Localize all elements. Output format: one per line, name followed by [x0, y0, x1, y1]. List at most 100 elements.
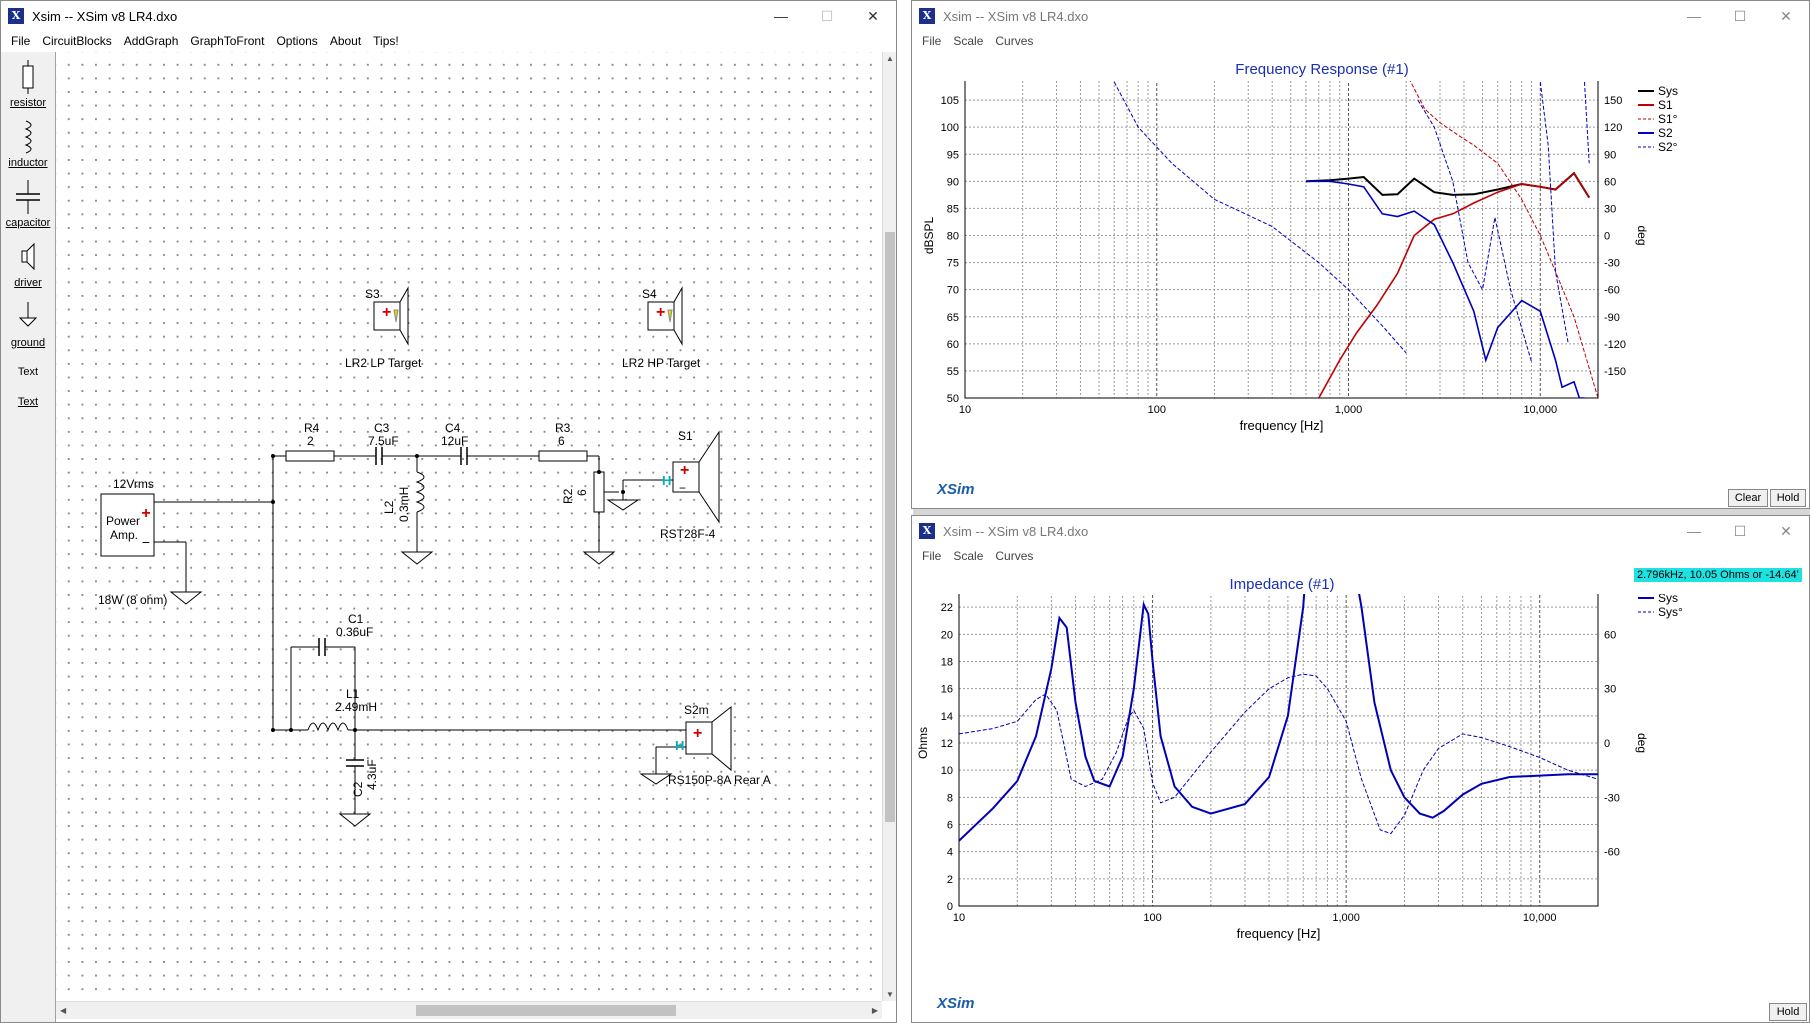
h-marker: H: [662, 473, 671, 488]
minimize-button[interactable]: —: [1671, 1, 1717, 31]
graph-title: Frequency Response (#1): [1235, 61, 1409, 78]
menu-circuitblocks[interactable]: CircuitBlocks: [36, 31, 117, 51]
tool-resistor[interactable]: resistor: [1, 60, 55, 109]
resistor-icon: [22, 60, 34, 94]
capacitor-icon: [16, 180, 40, 214]
hold-button[interactable]: Hold: [1770, 489, 1806, 507]
scroll-thumb[interactable]: [416, 1005, 676, 1016]
vertical-scrollbar[interactable]: ▲ ▼: [882, 52, 896, 1001]
legend-entry: S1°: [1658, 112, 1678, 126]
s4-name: S4: [642, 287, 657, 301]
minimize-button[interactable]: —: [1671, 516, 1717, 546]
scroll-thumb[interactable]: [885, 232, 895, 822]
menu-file[interactable]: File: [916, 546, 947, 566]
title-bar[interactable]: X Xsim -- XSim v8 LR4.dxo — ☐ ✕: [912, 1, 1809, 31]
menu-scale[interactable]: Scale: [947, 546, 989, 566]
l1-value: 2.49mH: [335, 700, 377, 714]
c1-name: C1: [348, 612, 364, 626]
y2-tick-label: 30: [1604, 684, 1616, 696]
amp-line1: Power: [106, 514, 140, 528]
title-bar[interactable]: X Xsim -- XSim v8 LR4.dxo — ☐ ✕: [1, 1, 896, 31]
menu-tips[interactable]: Tips!: [367, 31, 405, 51]
maximize-button[interactable]: ☐: [804, 1, 850, 31]
driver-s2[interactable]: + H S2m RS150P-8A Rear A: [668, 703, 771, 787]
scroll-up-icon[interactable]: ▲: [886, 54, 894, 63]
x-tick-label: 100: [1148, 404, 1166, 416]
l1-name: L1: [346, 687, 360, 701]
menu-addgraph[interactable]: AddGraph: [118, 31, 185, 51]
minus-sign: −: [654, 323, 661, 337]
window-title: Xsim -- XSim v8 LR4.dxo: [32, 8, 178, 24]
x-axis-label: frequency [Hz]: [1237, 926, 1321, 941]
menu-bar: File Scale Curves: [912, 546, 1809, 566]
schematic-canvas[interactable]: + − S3 LR2 LP Target + − S4 LR2 HP Targe…: [56, 52, 882, 1001]
tool-capacitor[interactable]: capacitor: [1, 180, 55, 229]
window-title: Xsim -- XSim v8 LR4.dxo: [943, 8, 1089, 24]
plus-sign: +: [680, 462, 689, 479]
menu-curves[interactable]: Curves: [989, 31, 1039, 51]
x-tick-label: 10: [959, 404, 971, 416]
menu-graphtofront[interactable]: GraphToFront: [184, 31, 270, 51]
tool-text-plain[interactable]: Text: [1, 366, 55, 378]
close-button[interactable]: ✕: [850, 1, 896, 31]
scroll-down-icon[interactable]: ▼: [886, 990, 894, 999]
amp-voltage: 12Vrms: [113, 477, 154, 491]
menu-file[interactable]: File: [5, 31, 36, 51]
c3-value: 7.5uF: [368, 434, 399, 448]
horizontal-scrollbar[interactable]: ◀ ▶: [56, 1001, 882, 1019]
y-tick-label: 20: [941, 629, 953, 641]
impedance-chart[interactable]: 024681012141618202224-60-300306090101001…: [912, 594, 1809, 1014]
title-bar[interactable]: X Xsim -- XSim v8 LR4.dxo — ☐ ✕: [912, 516, 1809, 546]
maximize-button[interactable]: ☐: [1717, 1, 1763, 31]
xsim-brand: XSim: [937, 995, 975, 1012]
r4-value: 2: [307, 434, 314, 448]
y-tick-label: 4: [947, 847, 953, 859]
driver-s1[interactable]: + − H S1 RST28F-4: [660, 429, 720, 541]
close-button[interactable]: ✕: [1763, 516, 1809, 546]
tool-ground[interactable]: ground: [1, 300, 55, 349]
y-tick-label: 90: [947, 176, 959, 188]
scroll-right-icon[interactable]: ▶: [872, 1006, 878, 1015]
driver-s3[interactable]: + − S3 LR2 LP Target: [345, 286, 422, 370]
y-tick-label: 95: [947, 149, 959, 161]
legend-entry: S2: [1658, 126, 1673, 140]
y-axis-label: Ohms: [916, 727, 930, 759]
y2-tick-label: 60: [1604, 629, 1616, 641]
maximize-button[interactable]: ☐: [1717, 516, 1763, 546]
hold-button[interactable]: Hold: [1769, 1003, 1807, 1021]
l2-name: L2: [382, 500, 396, 514]
y-tick-label: 14: [941, 711, 953, 723]
y2-tick-label: 0: [1604, 231, 1610, 243]
y-tick-label: 65: [947, 312, 959, 324]
y-tick-label: 22: [941, 602, 953, 614]
y-tick-label: 75: [947, 258, 959, 270]
menu-scale[interactable]: Scale: [947, 31, 989, 51]
c4-name: C4: [445, 421, 461, 435]
tool-inductor[interactable]: inductor: [1, 120, 55, 169]
plot-frame: [964, 81, 1599, 399]
minus-sign: −: [380, 323, 387, 337]
frequency-response-chart[interactable]: 50556065707580859095100105110-150-120-90…: [912, 81, 1809, 501]
clear-button[interactable]: Clear: [1728, 489, 1768, 507]
legend-entry: Sys: [1658, 84, 1678, 98]
y-tick-label: 16: [941, 684, 953, 696]
tool-driver[interactable]: driver: [1, 240, 55, 289]
y-tick-label: 80: [947, 231, 959, 243]
menu-file[interactable]: File: [916, 31, 947, 51]
menu-curves[interactable]: Curves: [989, 546, 1039, 566]
menu-about[interactable]: About: [324, 31, 367, 51]
driver-s4[interactable]: + − S4 LR2 HP Target: [622, 286, 701, 370]
s3-label: LR2 LP Target: [345, 356, 422, 370]
component-toolbox: resistor inductor capacitor driver groun…: [1, 52, 56, 1022]
tool-text-underlined[interactable]: Text: [1, 396, 55, 408]
cursor-readout: 2.796kHz, 10.05 Ohms or -14.64': [1634, 568, 1802, 582]
menu-options[interactable]: Options: [270, 31, 323, 51]
scroll-left-icon[interactable]: ◀: [60, 1006, 66, 1015]
y-axis-label: dBSPL: [922, 216, 936, 254]
ground-icon: [18, 302, 38, 327]
minimize-button[interactable]: —: [758, 1, 804, 31]
y-tick-label: 18: [941, 657, 953, 669]
close-button[interactable]: ✕: [1763, 1, 1809, 31]
legend-entry: Sys°: [1658, 605, 1683, 619]
s2-label: RS150P-8A Rear A: [668, 773, 771, 787]
